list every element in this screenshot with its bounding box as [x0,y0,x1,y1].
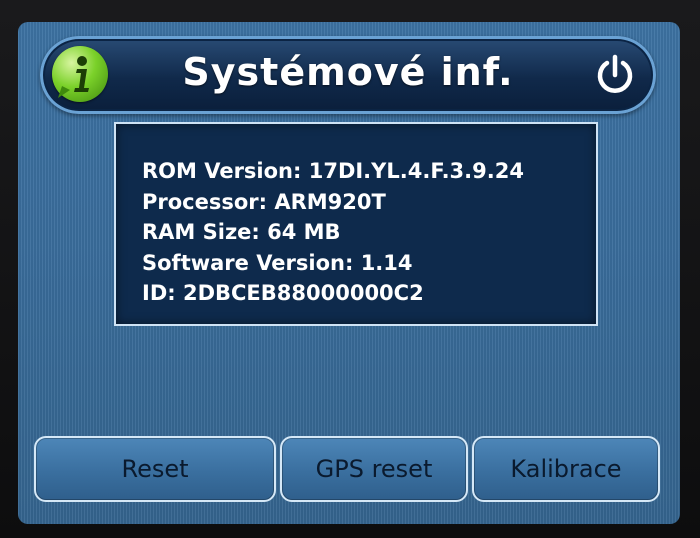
rom-version: ROM Version: 17DI.YL.4.F.3.9.24 [142,159,524,183]
device-id: ID: 2DBCEB88000000C2 [142,281,424,305]
processor: Processor: ARM920T [142,189,386,214]
system-info-panel: ROM Version: 17DI.YL.4.F.3.9.24 Processo… [114,122,598,326]
title-bar: Systémové inf. [40,36,656,114]
system-info-list: ROM Version: 17DI.YL.4.F.3.9.24 Processo… [142,156,586,309]
power-button[interactable] [590,50,640,100]
device-bezel: Systémové inf. ROM Version: 17DI.YL.4.F.… [0,0,700,538]
page-title: Systémové inf. [182,50,514,94]
power-icon [597,54,633,93]
software-version: Software Version: 1.14 [142,250,413,275]
ram-size: RAM Size: 64 MB [142,220,341,244]
reset-button[interactable]: Reset [34,436,276,502]
screen: Systémové inf. ROM Version: 17DI.YL.4.F.… [18,22,680,524]
calibrate-button[interactable]: Kalibrace [472,436,660,502]
gps-reset-button[interactable]: GPS reset [280,436,468,502]
